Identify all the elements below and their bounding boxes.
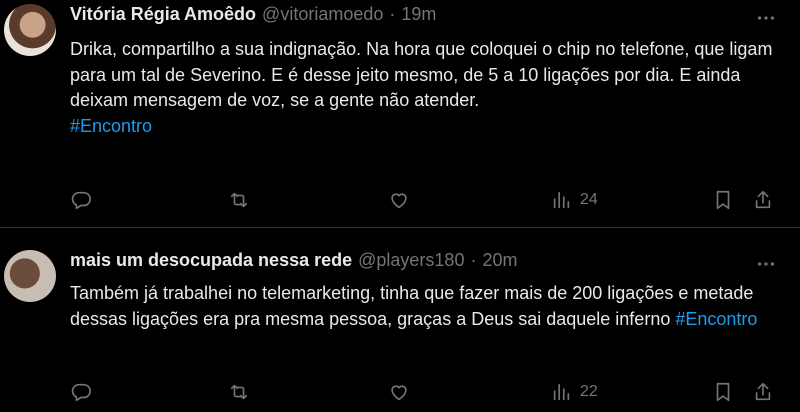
- share-icon: [755, 382, 771, 401]
- retweet-button[interactable]: [228, 377, 250, 407]
- more-options-button[interactable]: [754, 252, 778, 276]
- retweet-button[interactable]: [228, 185, 250, 215]
- timestamp[interactable]: 19m: [401, 4, 436, 25]
- views-icon: [553, 383, 570, 401]
- tweet-body-text: Também já trabalhei no telemarketing, ti…: [70, 283, 754, 329]
- hashtag-link[interactable]: #Encontro: [70, 116, 152, 136]
- share-icon: [755, 190, 771, 209]
- author-handle[interactable]: @vitoriamoedo: [262, 4, 383, 25]
- tweet-body-text: Drika, compartilho a sua indignação. Na …: [70, 39, 773, 110]
- heart-icon: [391, 385, 407, 401]
- tweet-header: mais um desocupada nessa rede @players18…: [70, 250, 517, 271]
- retweet-icon: [230, 384, 248, 400]
- bookmark-button[interactable]: [712, 377, 734, 407]
- author-name[interactable]: Vitória Régia Amoêdo: [70, 4, 256, 25]
- bookmark-icon: [716, 190, 730, 210]
- tweet-text: Drika, compartilho a sua indignação. Na …: [70, 37, 780, 139]
- heart-icon: [391, 193, 407, 209]
- views-icon: [553, 191, 570, 209]
- action-bar: 24: [70, 185, 780, 215]
- bookmark-button[interactable]: [712, 185, 734, 215]
- reply-icon: [71, 383, 91, 402]
- more-horizontal-icon: [757, 16, 775, 20]
- reply-button[interactable]: [70, 185, 92, 215]
- share-button[interactable]: [752, 185, 774, 215]
- more-options-button[interactable]: [754, 6, 778, 30]
- like-button[interactable]: [388, 185, 410, 215]
- separator-dot: ·: [470, 250, 477, 270]
- share-button[interactable]: [752, 377, 774, 407]
- tweet[interactable]: Vitória Régia Amoêdo @vitoriamoedo · 19m…: [0, 0, 800, 228]
- author-handle[interactable]: @players180: [358, 250, 464, 271]
- retweet-icon: [230, 192, 248, 208]
- tweet-text: Também já trabalhei no telemarketing, ti…: [70, 281, 780, 332]
- author-name[interactable]: mais um desocupada nessa rede: [70, 250, 352, 271]
- action-bar: 22: [70, 377, 780, 407]
- tweet-header: Vitória Régia Amoêdo @vitoriamoedo · 19m: [70, 4, 436, 25]
- views-button[interactable]: 22: [550, 377, 598, 407]
- reply-icon: [71, 191, 91, 210]
- timestamp[interactable]: 20m: [482, 250, 517, 271]
- like-button[interactable]: [388, 377, 410, 407]
- views-button[interactable]: 24: [550, 185, 598, 215]
- views-count: 22: [580, 383, 598, 400]
- tweet[interactable]: mais um desocupada nessa rede @players18…: [0, 228, 800, 412]
- hashtag-link[interactable]: #Encontro: [675, 309, 757, 329]
- reply-button[interactable]: [70, 377, 92, 407]
- views-count: 24: [580, 191, 598, 208]
- avatar[interactable]: [4, 250, 56, 302]
- more-horizontal-icon: [757, 262, 775, 266]
- avatar[interactable]: [4, 4, 56, 56]
- separator-dot: ·: [389, 4, 396, 24]
- bookmark-icon: [716, 382, 730, 402]
